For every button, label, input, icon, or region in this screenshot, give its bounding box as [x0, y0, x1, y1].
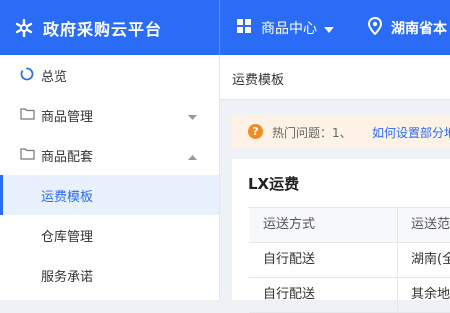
- grid-icon: [236, 18, 252, 38]
- column-divider: [397, 243, 398, 277]
- column-header: 运送范: [411, 217, 450, 232]
- table-cell: 湖南(全: [411, 252, 450, 267]
- main-content: 运费模板 ? 热门问题：1、 如何设置部分地 LX运费 运送方式 运送范 自行配…: [220, 55, 450, 313]
- top-nav-bar: 政府采购云平台 商品中心 湖南省本: [0, 0, 450, 55]
- location-pin-icon: [367, 16, 383, 39]
- page-tab-bar: 运费模板: [220, 55, 450, 100]
- notice-link[interactable]: 如何设置部分地: [372, 124, 450, 141]
- sidebar-item-label: 商品配套: [41, 149, 94, 165]
- sidebar-item-label: 总览: [41, 69, 68, 85]
- brand[interactable]: 政府采购云平台: [13, 0, 162, 55]
- folder-icon: [20, 107, 35, 124]
- table-cell: 自行配送: [263, 252, 316, 267]
- sidebar-item-label: 服务承诺: [41, 269, 94, 285]
- sidebar-item-label: 运费模板: [41, 189, 94, 205]
- column-divider: [397, 208, 398, 242]
- freight-table: 运送方式 运送范 自行配送 湖南(全 自行配送 其余地: [248, 207, 450, 313]
- freight-template-card: LX运费 运送方式 运送范 自行配送 湖南(全 自行配送 其余地: [232, 159, 450, 313]
- question-icon: ?: [248, 124, 263, 139]
- hot-questions-notice: ? 热门问题：1、 如何设置部分地: [232, 115, 450, 148]
- table-cell: 自行配送: [263, 287, 316, 302]
- sidebar-item-label: 商品管理: [41, 109, 94, 125]
- sidebar-item-overview[interactable]: 总览: [0, 55, 219, 95]
- sidebar: 总览 商品管理 商品配套 运费模板 仓库管理 服务承诺: [0, 55, 220, 300]
- loading-circle-icon: [20, 67, 34, 85]
- table-row: 自行配送 其余地: [249, 278, 450, 313]
- notice-label: 热门问题：1、: [272, 126, 352, 140]
- sidebar-item-label: 仓库管理: [41, 229, 94, 245]
- table-cell: 其余地: [411, 287, 450, 302]
- product-center-menu[interactable]: 商品中心: [236, 0, 334, 55]
- column-divider: [397, 278, 398, 312]
- sidebar-item-service-promise[interactable]: 服务承诺: [0, 255, 219, 295]
- column-header: 运送方式: [263, 217, 316, 232]
- table-header-row: 运送方式 运送范: [249, 208, 450, 243]
- table-row: 自行配送 湖南(全: [249, 243, 450, 278]
- template-title: LX运费: [248, 175, 300, 193]
- caret-down-icon: [188, 110, 197, 125]
- caret-down-icon: [324, 18, 334, 37]
- tab-freight-template[interactable]: 运费模板: [232, 69, 284, 88]
- folder-icon: [20, 147, 35, 164]
- product-center-label: 商品中心: [261, 20, 317, 37]
- caret-up-icon: [188, 150, 197, 165]
- region-label: 湖南省本: [391, 20, 447, 37]
- sidebar-item-freight-template[interactable]: 运费模板: [0, 175, 219, 215]
- sidebar-item-product-management[interactable]: 商品管理: [0, 95, 219, 135]
- header-divider: [219, 0, 220, 55]
- region-selector[interactable]: 湖南省本: [367, 0, 447, 55]
- sidebar-item-product-kit[interactable]: 商品配套: [0, 135, 219, 175]
- brand-name: 政府采购云平台: [43, 19, 163, 39]
- brand-logo-icon: [13, 17, 35, 39]
- sidebar-item-warehouse[interactable]: 仓库管理: [0, 215, 219, 255]
